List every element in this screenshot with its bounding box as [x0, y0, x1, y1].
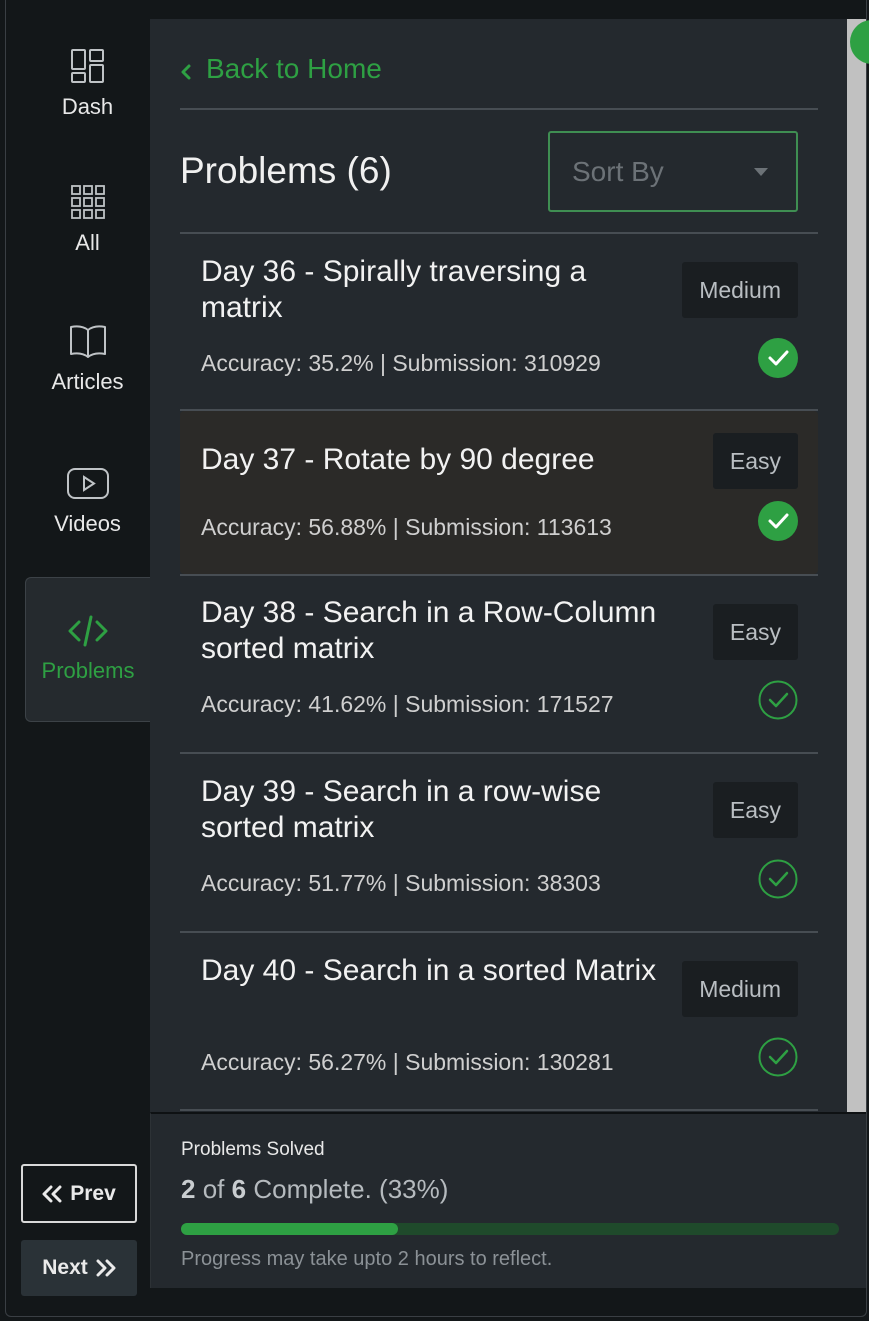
- progress-bar-fill: [181, 1223, 399, 1235]
- sort-by-dropdown[interactable]: Sort By: [548, 131, 798, 212]
- problem-title[interactable]: Day 40 - Search in a sorted Matrix: [201, 953, 661, 989]
- problem-card[interactable]: Day 38 - Search in a Row-Column sorted m…: [180, 576, 818, 752]
- problems-panel: Back to Home Problems (6) Sort By Day 36…: [150, 19, 847, 1112]
- problem-card[interactable]: Day 39 - Search in a row-wise sorted mat…: [180, 754, 818, 931]
- scrollbar[interactable]: [847, 19, 866, 1112]
- check-circle-outline-icon: [758, 1037, 798, 1077]
- chevrons-right-icon: [96, 1259, 116, 1277]
- video-icon: [66, 468, 109, 499]
- progress-bar: [181, 1223, 839, 1235]
- problem-stats: Accuracy: 56.27% | Submission: 130281: [201, 1049, 614, 1075]
- grid-icon: [70, 185, 105, 219]
- sidebar-item-all[interactable]: All: [25, 184, 150, 256]
- progress-suffix: Complete. (33%): [253, 1174, 449, 1204]
- difficulty-badge: Medium: [682, 961, 798, 1017]
- sidebar-item-problems[interactable]: Problems: [25, 577, 150, 722]
- sidebar-item-dash[interactable]: Dash: [25, 48, 150, 120]
- check-circle-filled-icon: [758, 501, 798, 541]
- progress-title: Problems Solved: [181, 1139, 325, 1160]
- difficulty-badge: Easy: [712, 782, 798, 838]
- problem-card[interactable]: Day 36 - Spirally traversing a matrix Ac…: [180, 234, 818, 409]
- back-to-home-link[interactable]: Back to Home: [180, 53, 382, 85]
- caret-down-icon: [754, 167, 768, 176]
- solved-count: 2: [181, 1174, 196, 1204]
- code-icon: [68, 615, 108, 647]
- difficulty-badge: Easy: [712, 433, 798, 489]
- divider: [180, 1109, 818, 1111]
- problem-card[interactable]: Day 37 - Rotate by 90 degree Accuracy: 5…: [180, 411, 818, 574]
- difficulty-badge: Easy: [712, 604, 798, 660]
- prev-button-label: Prev: [70, 1181, 116, 1205]
- problem-title[interactable]: Day 38 - Search in a Row-Column sorted m…: [201, 595, 661, 667]
- sidebar-item-videos[interactable]: Videos: [25, 467, 150, 537]
- difficulty-badge: Medium: [682, 262, 798, 318]
- problem-stats: Accuracy: 56.88% | Submission: 113613: [201, 514, 612, 540]
- sidebar-item-label: Dash: [61, 94, 114, 119]
- progress-note: Progress may take upto 2 hours to reflec…: [181, 1248, 553, 1270]
- problem-stats: Accuracy: 51.77% | Submission: 38303: [201, 870, 601, 896]
- next-button[interactable]: Next: [21, 1240, 137, 1296]
- next-button-label: Next: [42, 1256, 88, 1279]
- progress-count: 2 of 6 Complete. (33%): [181, 1174, 448, 1205]
- sidebar-item-label: Articles: [51, 369, 124, 394]
- dashboard-icon: [70, 49, 104, 83]
- sidebar-item-label: Problems: [41, 658, 135, 683]
- problem-title[interactable]: Day 39 - Search in a row-wise sorted mat…: [201, 774, 661, 846]
- check-circle-outline-icon: [758, 859, 798, 899]
- chevron-left-icon: [181, 64, 191, 80]
- sort-by-placeholder: Sort By: [572, 155, 664, 187]
- problem-title[interactable]: Day 37 - Rotate by 90 degree: [201, 442, 661, 478]
- divider: [180, 108, 818, 110]
- sidebar-item-label: Videos: [54, 511, 121, 536]
- problem-title[interactable]: Day 36 - Spirally traversing a matrix: [201, 254, 661, 326]
- sidebar: Dash All Articles Videos Problems Prev N…: [0, 0, 150, 1321]
- check-circle-outline-icon: [758, 680, 798, 720]
- problem-stats: Accuracy: 35.2% | Submission: 310929: [201, 350, 601, 376]
- chevrons-left-icon: [42, 1185, 62, 1202]
- total-count: 6: [231, 1174, 247, 1204]
- sidebar-item-articles[interactable]: Articles: [25, 323, 150, 395]
- back-to-home-label: Back to Home: [206, 53, 382, 84]
- problem-stats: Accuracy: 41.62% | Submission: 171527: [201, 691, 614, 717]
- prev-button[interactable]: Prev: [21, 1164, 137, 1223]
- problem-card[interactable]: Day 40 - Search in a sorted Matrix Accur…: [180, 933, 818, 1109]
- sidebar-item-label: All: [75, 230, 100, 255]
- check-circle-filled-icon: [758, 338, 798, 378]
- book-icon: [69, 325, 106, 358]
- page-title: Problems (6): [180, 150, 392, 191]
- of-text: of: [202, 1174, 225, 1204]
- progress-panel: Problems Solved 2 of 6 Complete. (33%) P…: [150, 1112, 866, 1288]
